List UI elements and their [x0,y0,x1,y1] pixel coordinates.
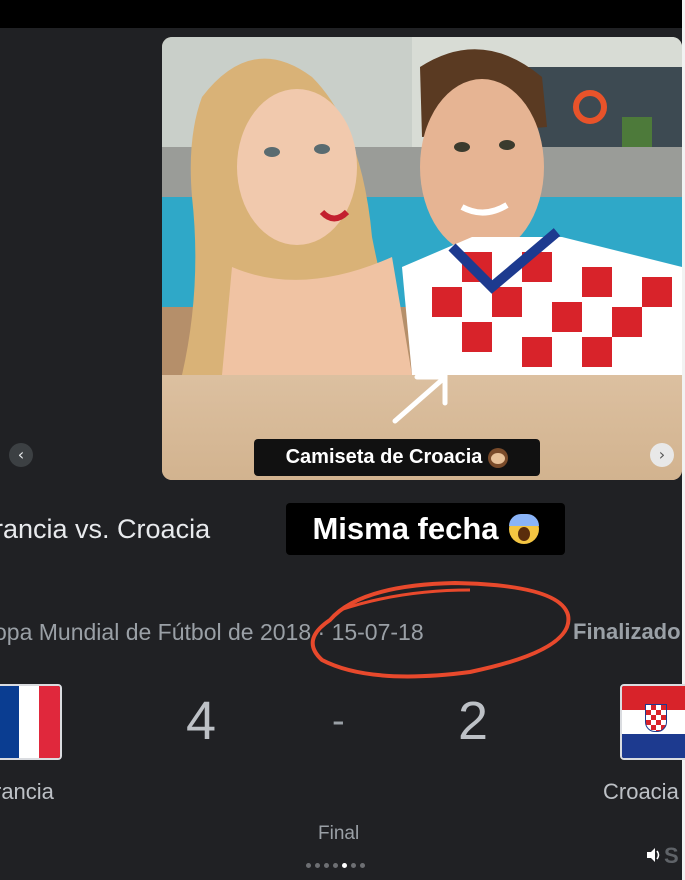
selfie-image [162,37,682,375]
overlay-text-box: Misma fecha [286,503,565,555]
flag-stripe [39,686,60,758]
carousel-dot[interactable] [315,863,320,868]
france-flag-icon [0,684,62,760]
croatia-flag-icon [620,684,685,760]
match-result: Final [318,823,360,844]
carousel-dots [306,863,365,868]
chevron-left-icon: ‹ [17,445,25,464]
overlay-text: Misma fecha [312,511,499,546]
photo-caption-text: Camiseta de Croacia [285,446,483,468]
story-photo [162,37,682,480]
watermark: S [664,843,679,868]
home-team-name[interactable]: rancia [0,779,54,805]
top-black-bar [0,0,685,28]
away-team-name[interactable]: Croacia [603,779,679,805]
flag-stripe [0,686,19,758]
carousel-dot[interactable] [306,863,311,868]
home-score: 4 [186,691,217,751]
speaker-icon[interactable] [645,846,663,864]
carousel-prev-button[interactable]: ‹ [9,443,33,467]
carousel-next-button[interactable]: › [650,443,674,467]
croatia-coat-of-arms [645,703,667,732]
carousel-dot[interactable] [333,863,338,868]
match-status: Finalizado [573,619,681,644]
monkey-emoji-icon [488,447,509,468]
match-title[interactable]: rancia vs. Croacia [0,514,210,545]
flag-stripe [622,703,685,734]
league-and-date: opa Mundial de Fútbol de 2018 · 15-07-18 [0,619,424,645]
carousel-dot[interactable] [351,863,356,868]
score-separator: - [332,700,345,742]
flag-stripe [622,733,685,758]
away-score: 2 [458,691,489,751]
carousel-dot-active[interactable] [342,863,347,868]
screaming-face-icon [508,514,539,544]
flag-stripe [18,686,40,758]
carousel-dot[interactable] [324,863,329,868]
chevron-right-icon: › [658,445,666,464]
carousel-dot[interactable] [360,863,365,868]
arrow-icon [392,374,448,424]
photo-caption: Camiseta de Croacia [254,439,540,476]
